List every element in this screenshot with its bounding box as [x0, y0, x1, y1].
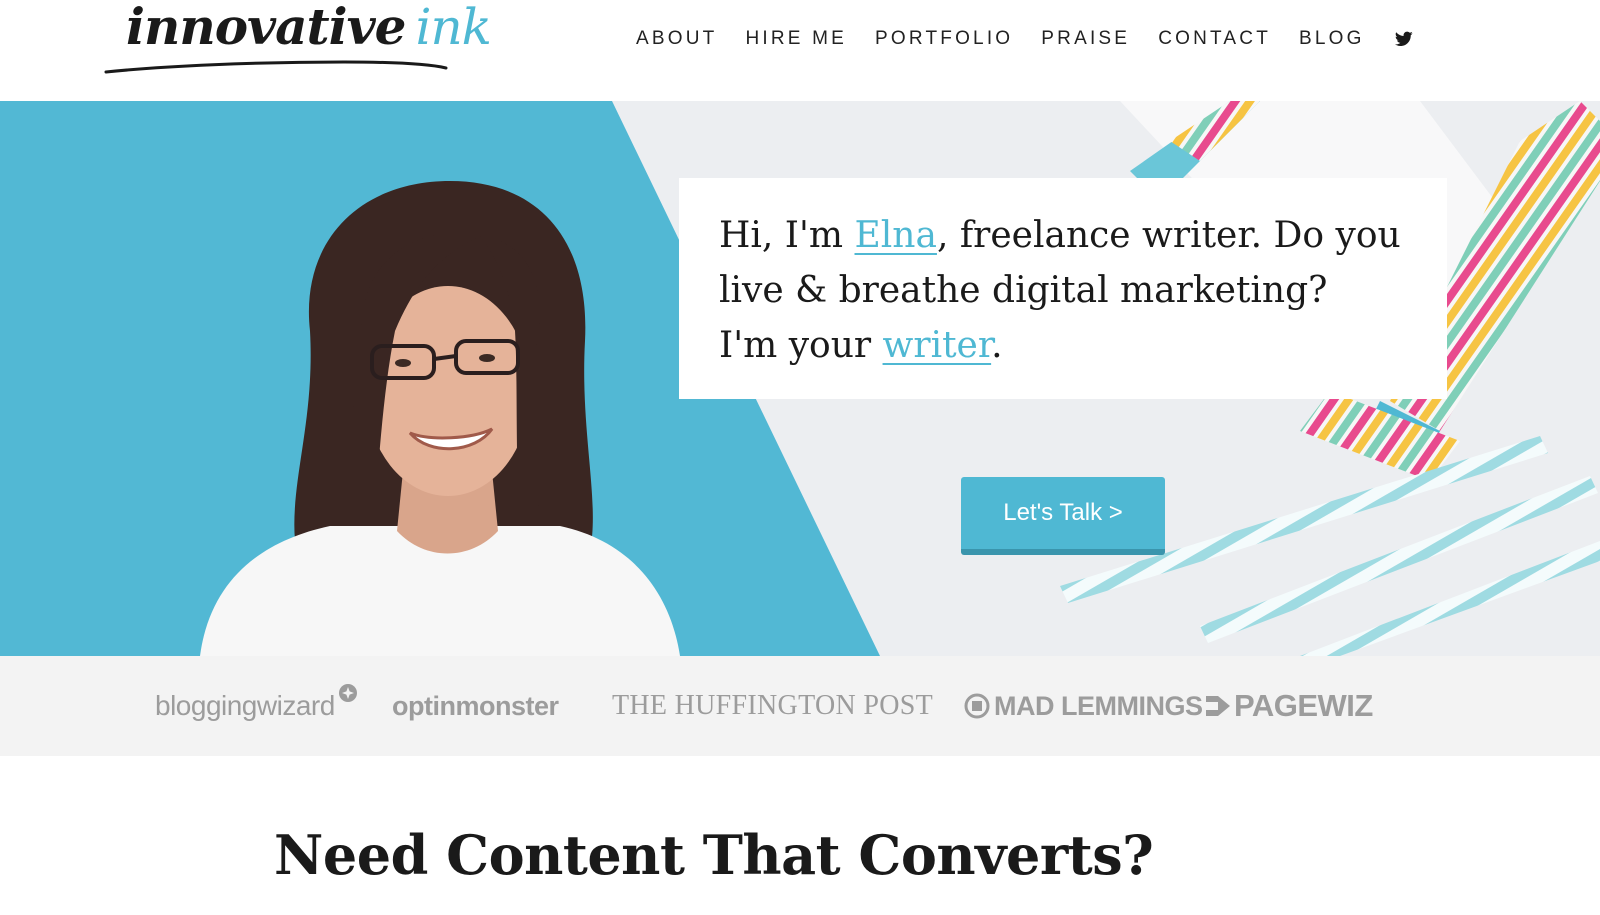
client-logos-strip: bloggingwizard optinmonster THE HUFFINGT…	[0, 656, 1600, 756]
client-logo-name: MAD LEMMINGS	[994, 690, 1203, 721]
nav-hire-me[interactable]: HIRE ME	[745, 26, 847, 52]
section-title: Need Content That Converts?	[274, 823, 1154, 887]
site-header: innovative ink ABOUT HIRE ME PORTFOLIO PR…	[0, 0, 1600, 101]
pagewiz-arrow-icon	[1206, 696, 1230, 716]
client-logo-name: bloggingwizard	[155, 690, 335, 721]
lets-talk-button[interactable]: Let's Talk >	[961, 477, 1165, 555]
intro-text-part: .	[991, 325, 1003, 366]
main-nav: ABOUT HIRE ME PORTFOLIO PRAISE CONTACT B…	[636, 26, 1415, 52]
client-logo-name: PAGEWIZ	[1234, 688, 1373, 723]
logo-word-ink: ink	[415, 0, 491, 56]
client-logo-bloggingwizard: bloggingwizard	[155, 684, 359, 726]
intro-text: Hi, I'm Elna, freelance writer. Do you l…	[719, 208, 1407, 373]
portrait-photo	[200, 181, 680, 656]
wizard-star-icon	[338, 684, 357, 702]
nav-contact[interactable]: CONTACT	[1158, 26, 1271, 52]
intro-text-part: I'm your	[719, 325, 883, 366]
site-logo[interactable]: innovative ink	[104, 0, 492, 80]
client-logo-huffington-post: THE HUFFINGTON POST	[612, 690, 933, 721]
client-logo-optinmonster: optinmonster	[392, 690, 559, 721]
logo-word-innovative: innovative	[126, 0, 406, 56]
intro-text-part: Hi, I'm	[719, 215, 855, 256]
client-logo-pagewiz: PAGEWIZ	[1206, 686, 1373, 726]
name-link[interactable]: Elna	[855, 215, 937, 256]
client-logo-mad-lemmings: MAD LEMMINGS	[964, 686, 1203, 726]
intro-card: Hi, I'm Elna, freelance writer. Do you l…	[679, 178, 1447, 399]
twitter-icon[interactable]	[1394, 29, 1415, 49]
writer-link[interactable]: writer	[883, 325, 992, 366]
nav-praise[interactable]: PRAISE	[1041, 26, 1130, 52]
nav-about[interactable]: ABOUT	[636, 26, 717, 52]
nav-blog[interactable]: BLOG	[1299, 26, 1365, 52]
logo-underline	[104, 60, 448, 74]
nav-portfolio[interactable]: PORTFOLIO	[875, 26, 1013, 52]
mad-lemmings-icon	[964, 693, 990, 719]
hero-section: Hi, I'm Elna, freelance writer. Do you l…	[0, 101, 1600, 656]
